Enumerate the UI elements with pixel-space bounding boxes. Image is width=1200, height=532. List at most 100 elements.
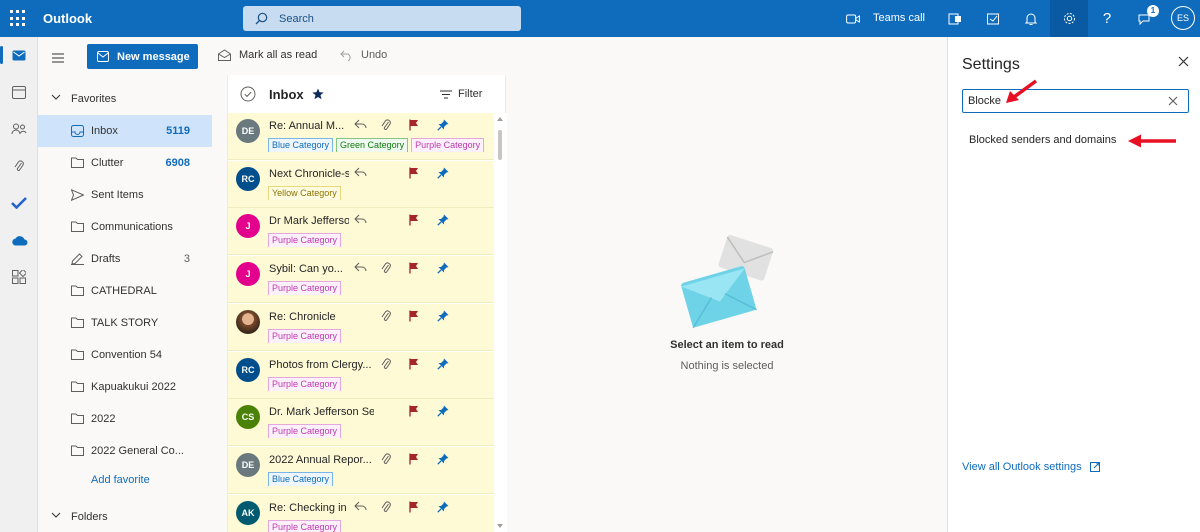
sender-avatar: J bbox=[236, 262, 260, 287]
folder-clutter[interactable]: Clutter 6908 bbox=[38, 147, 212, 179]
message-actions bbox=[354, 453, 454, 467]
annotation-arrow-search bbox=[1006, 79, 1038, 103]
flag-icon[interactable] bbox=[409, 214, 419, 229]
pin-icon[interactable] bbox=[437, 262, 449, 277]
folder-communications[interactable]: Communications bbox=[38, 211, 212, 243]
my-day-icon[interactable] bbox=[982, 0, 1004, 37]
sender-avatar: RC bbox=[236, 357, 260, 382]
message-row[interactable]: RC Photos from Clergy... Purple Category bbox=[228, 351, 494, 399]
message-subject: Next Chronicle-sca... bbox=[269, 167, 349, 180]
message-row[interactable]: J Sybil: Can yo... Purple Category bbox=[228, 256, 494, 304]
menu-icon[interactable] bbox=[52, 52, 64, 66]
teams-call-icon[interactable] bbox=[843, 0, 863, 37]
sender-avatar: RC bbox=[236, 166, 260, 191]
folder-2022-general[interactable]: 2022 General Co... bbox=[38, 435, 212, 467]
message-row[interactable]: RC Next Chronicle-sca... Yellow Category bbox=[228, 160, 494, 208]
search-result-blocked-senders[interactable]: Blocked senders and domains bbox=[969, 134, 1116, 146]
pin-icon[interactable] bbox=[437, 405, 449, 420]
view-all-settings-link[interactable]: View all Outlook settings bbox=[962, 461, 1100, 473]
message-row[interactable]: DE Re: Annual M... Blue Category Green Cate… bbox=[228, 113, 494, 160]
attachment-icon bbox=[381, 119, 391, 134]
folder-talk-story[interactable]: TALK STORY bbox=[38, 307, 212, 339]
scroll-thumb[interactable] bbox=[498, 130, 502, 160]
settings-search-box[interactable] bbox=[962, 89, 1189, 113]
folder-convention-54[interactable]: Convention 54 bbox=[38, 339, 212, 371]
folder-label: Clutter bbox=[91, 157, 124, 169]
favorites-header[interactable]: Favorites bbox=[38, 83, 212, 113]
folder-label: Convention 54 bbox=[91, 349, 162, 361]
add-favorite-link[interactable]: Add favorite bbox=[91, 474, 150, 486]
folder-icon bbox=[71, 381, 84, 392]
search-input[interactable] bbox=[279, 9, 509, 28]
undo-button[interactable]: Undo bbox=[340, 49, 387, 61]
inbox-icon bbox=[71, 125, 84, 137]
user-avatar[interactable]: ES bbox=[1171, 6, 1195, 30]
new-message-label: New message bbox=[117, 50, 190, 63]
folder-kapuakukui-2022[interactable]: Kapuakukui 2022 bbox=[38, 371, 212, 403]
undo-icon bbox=[340, 50, 351, 61]
folder-inbox[interactable]: Inbox 5119 bbox=[38, 115, 212, 147]
help-icon[interactable]: ? bbox=[1096, 0, 1118, 37]
clear-icon[interactable] bbox=[1168, 96, 1178, 106]
message-row[interactable]: Re: Chronicle Purple Category bbox=[228, 303, 494, 351]
pin-icon[interactable] bbox=[437, 119, 449, 134]
bell-icon[interactable] bbox=[1020, 0, 1042, 37]
attachment-icon[interactable] bbox=[0, 151, 38, 181]
pin-icon[interactable] bbox=[437, 167, 449, 182]
sender-avatar: DE bbox=[236, 452, 260, 477]
apps-icon[interactable] bbox=[0, 262, 38, 292]
list-scrollbar[interactable] bbox=[494, 113, 507, 532]
calendar-icon[interactable] bbox=[0, 77, 38, 107]
message-row[interactable]: DE 2022 Annual Repor... Blue Category bbox=[228, 446, 494, 494]
app-launcher-icon[interactable] bbox=[10, 10, 27, 27]
pin-icon[interactable] bbox=[437, 214, 449, 229]
close-icon[interactable] bbox=[1178, 56, 1189, 67]
folder-drafts[interactable]: Drafts 3 bbox=[38, 243, 212, 275]
message-row[interactable]: CSDr. Mark Jefferson Serm...Purple Categ… bbox=[228, 399, 494, 447]
scroll-down-arrow[interactable] bbox=[497, 524, 503, 528]
new-message-button[interactable]: New message bbox=[87, 44, 198, 69]
flag-icon[interactable] bbox=[409, 405, 419, 420]
mark-all-read-button[interactable]: Mark all as read bbox=[218, 49, 317, 61]
settings-search-input[interactable] bbox=[968, 93, 1158, 109]
flag-icon[interactable] bbox=[409, 501, 419, 516]
folders-header[interactable]: Folders bbox=[38, 501, 212, 531]
pin-icon[interactable] bbox=[437, 501, 449, 516]
attachment-icon bbox=[381, 310, 391, 325]
flag-icon[interactable] bbox=[409, 453, 419, 468]
pin-icon[interactable] bbox=[437, 358, 449, 373]
flag-icon[interactable] bbox=[409, 310, 419, 325]
flag-icon[interactable] bbox=[409, 119, 419, 134]
gear-icon[interactable] bbox=[1050, 0, 1088, 37]
filter-button[interactable]: Filter bbox=[440, 88, 482, 100]
todo-icon[interactable] bbox=[0, 188, 38, 218]
folder-sent-items[interactable]: Sent Items bbox=[38, 179, 212, 211]
pin-icon[interactable] bbox=[437, 310, 449, 325]
office-app-icon[interactable] bbox=[944, 0, 966, 37]
scroll-up-arrow[interactable] bbox=[497, 117, 503, 121]
mail-icon[interactable] bbox=[0, 40, 38, 70]
app-title[interactable]: Outlook bbox=[43, 11, 92, 26]
select-all-icon[interactable] bbox=[240, 86, 256, 102]
star-icon[interactable] bbox=[312, 88, 324, 100]
folder-cathedral[interactable]: CATHEDRAL bbox=[38, 275, 212, 307]
onedrive-icon[interactable] bbox=[0, 225, 38, 255]
folder-2022[interactable]: 2022 bbox=[38, 403, 212, 435]
teams-call-button[interactable]: Teams call bbox=[873, 12, 925, 24]
folder-label: Sent Items bbox=[91, 189, 144, 201]
search-box[interactable] bbox=[243, 6, 521, 31]
flag-icon[interactable] bbox=[409, 167, 419, 182]
flag-icon[interactable] bbox=[409, 358, 419, 373]
message-subject: Sybil: Can yo... bbox=[269, 263, 343, 276]
reply-icon bbox=[354, 501, 367, 515]
people-icon[interactable] bbox=[0, 114, 38, 144]
pin-icon[interactable] bbox=[437, 453, 449, 468]
unread-count: 5119 bbox=[166, 125, 190, 137]
category-tags: Purple Category bbox=[268, 232, 492, 248]
category-tag: Purple Category bbox=[268, 233, 342, 248]
message-row[interactable]: AK Re: Checking in re ... Purple Category bbox=[228, 494, 494, 532]
message-row[interactable]: J Dr Mark Jefferson a... Purple Category bbox=[228, 208, 494, 256]
mark-all-read-label: Mark all as read bbox=[239, 49, 318, 61]
flag-icon[interactable] bbox=[409, 262, 419, 277]
folder-icon bbox=[71, 413, 84, 424]
